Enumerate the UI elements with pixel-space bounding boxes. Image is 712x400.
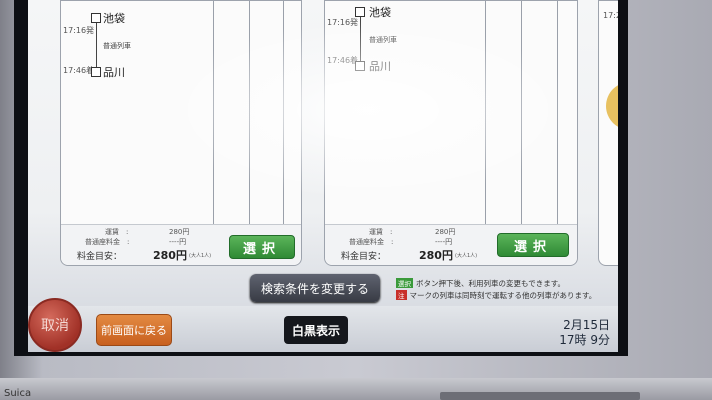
back-to-previous-button[interactable]: 前画面に戻る	[96, 314, 172, 346]
station-marker-icon	[91, 13, 101, 23]
express-fare-value: ----円	[169, 238, 187, 246]
route-card-2: 池袋 17:16発 普通列車 17:46着 品川 運賃 : 280円 普通座料金…	[324, 0, 578, 266]
arrive-time: 17:46着	[327, 56, 359, 65]
total-fare-value: 280円	[153, 249, 187, 262]
change-search-conditions-button[interactable]: 検索条件を変更する	[250, 274, 380, 302]
total-fare-value: 280円	[419, 249, 453, 262]
station-marker-icon	[91, 67, 101, 77]
route-line	[96, 23, 97, 67]
card-slot	[440, 392, 640, 400]
card-divider	[283, 1, 284, 227]
fare-value: 280円	[169, 228, 190, 236]
cancel-button[interactable]: 取消	[28, 298, 82, 352]
clock-date: 2月15日	[563, 318, 610, 332]
express-fare-value: ----円	[435, 238, 453, 246]
card-divider	[557, 1, 558, 227]
from-station: 池袋	[103, 12, 125, 25]
select-button[interactable]: 選択	[229, 235, 295, 259]
fare-label: 運賃 :	[105, 228, 129, 236]
clock: 2月15日 17時 9分	[559, 318, 610, 348]
depart-time: 17:2	[603, 11, 618, 20]
monochrome-display-button[interactable]: 白黒表示	[284, 316, 348, 344]
express-fare-label: 普通座料金 :	[349, 238, 394, 246]
warning-tag: 注	[396, 290, 407, 300]
to-station: 品川	[369, 60, 391, 73]
footer-label: Suica	[4, 388, 32, 399]
card-divider	[521, 1, 522, 227]
note-line: 選択 ボタン押下後、利用列車の変更もできます。	[396, 278, 565, 289]
train-type: 普通列車	[103, 42, 131, 50]
note-line: 注マークの列車は同時刻で運転する他の列車があります。	[396, 290, 596, 301]
note-text: マークの列車は同時刻で運転する他の列車があります。	[409, 291, 597, 300]
total-fare-note: (大人1人)	[455, 253, 478, 259]
total-fare-note: (大人1人)	[189, 253, 212, 259]
card-divider	[249, 1, 250, 227]
card-divider	[213, 1, 214, 227]
arrive-time: 17:46着	[63, 66, 95, 75]
route-card-3: 17:2	[598, 0, 618, 266]
select-tag: 選択	[396, 278, 413, 288]
select-button[interactable]: 選択	[497, 233, 569, 257]
fare-label: 運賃 :	[369, 228, 393, 236]
note-text: ボタン押下後、利用列車の変更もできます。	[416, 279, 565, 288]
route-line	[360, 17, 361, 61]
train-type: 普通列車	[369, 36, 397, 44]
route-card-1: 池袋 17:16発 普通列車 17:46着 品川 運賃 : 280円 普通座料金…	[60, 0, 302, 266]
card-divider	[485, 1, 486, 227]
total-fare-label: 料金目安：	[77, 252, 123, 262]
to-station: 品川	[103, 66, 125, 79]
total-fare-label: 料金目安：	[341, 252, 387, 262]
touch-display: 池袋 17:16発 普通列車 17:46着 品川 運賃 : 280円 普通座料金…	[28, 0, 618, 352]
station-marker-icon	[355, 61, 365, 71]
depart-time: 17:16発	[327, 18, 359, 27]
station-marker-icon	[355, 7, 365, 17]
express-fare-label: 普通座料金 :	[85, 238, 130, 246]
clock-time: 17時 9分	[559, 333, 610, 347]
from-station: 池袋	[369, 6, 391, 19]
fare-value: 280円	[435, 228, 456, 236]
depart-time: 17:16発	[63, 26, 95, 35]
